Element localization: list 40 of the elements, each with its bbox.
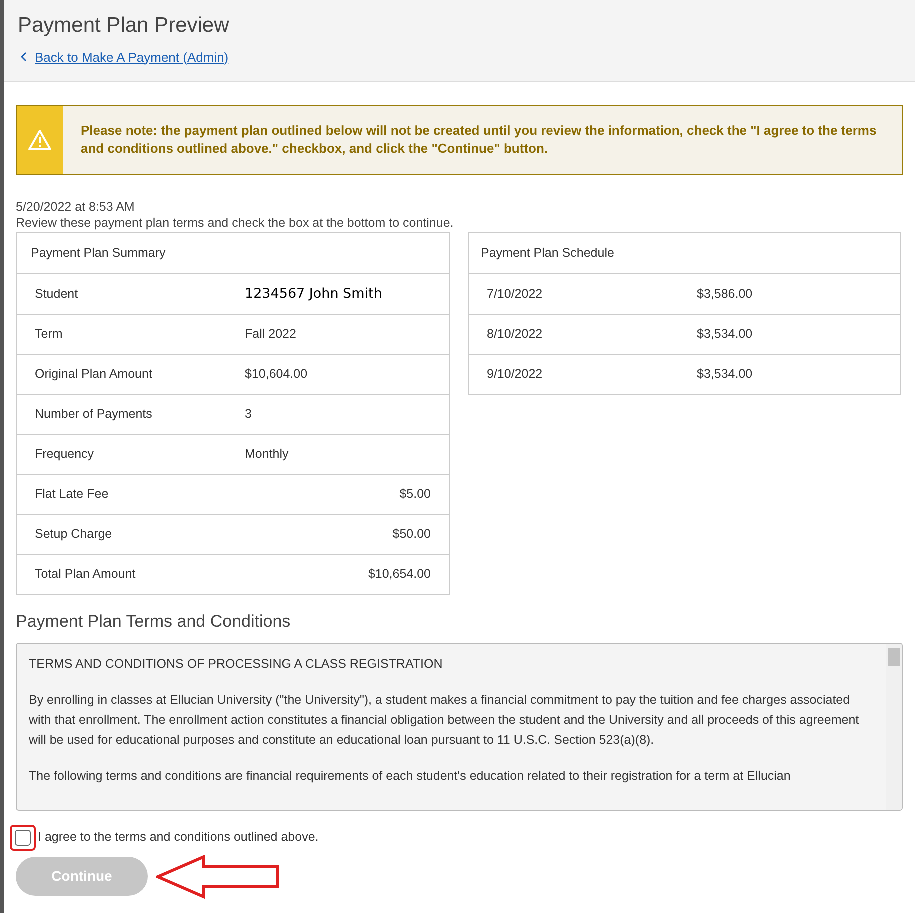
alert-message: Please note: the payment plan outlined below will not be created until you review the information, check the "I agree to the terms and conditions outlined above." checkbox, and click the "Continue" button. xyxy=(80,122,878,158)
table-cell-text: Frequency xyxy=(35,446,96,464)
table-cell-text: Fall 2022 xyxy=(245,326,296,344)
table-cell-text: 7/10/2022 xyxy=(487,286,544,303)
table-cell-text: 1234567 John Smith xyxy=(245,284,382,304)
table-cell-text: $3,534.00 xyxy=(697,326,753,344)
agree-checkbox[interactable] xyxy=(15,830,31,846)
table-cell-text: $3,586.00 xyxy=(697,286,753,303)
table-cell-text: Number of Payments xyxy=(35,406,154,424)
timestamp: 5/20/2022 at 8:53 AM xyxy=(16,199,136,215)
scrollbar-thumb[interactable] xyxy=(888,648,900,666)
table-cell-text: Setup Charge xyxy=(35,526,114,544)
terms-paragraph: By enrolling in classes at Ellucian University ("the University"), a student makes a financial commitment to pay the tuition and fee charges associated with that enrollment. The enrollment action constitutes a financial obligation between the student and the University and all proceeds of this agreement will be used for educational purposes and constitute an educational loan pursuant to 11 U.S.C. Section 523(a)(8). xyxy=(29,692,860,749)
warning-icon xyxy=(28,129,52,151)
table-cell-text: $5.00 xyxy=(400,486,431,504)
table-cell-text: $50.00 xyxy=(392,526,431,544)
table-cell-text: Original Plan Amount xyxy=(35,366,154,384)
table-cell-text: Flat Late Fee xyxy=(35,486,110,504)
scrollbar[interactable] xyxy=(886,644,902,810)
table-cell-text: 3 xyxy=(245,406,252,424)
table-cell-text: $3,534.00 xyxy=(697,366,753,384)
table-cell-text: 8/10/2022 xyxy=(487,326,544,344)
table-cell-text: 9/10/2022 xyxy=(487,366,544,384)
section-heading: Payment Plan Terms and Conditions xyxy=(16,611,292,633)
terms-paragraph: The following terms and conditions are financial requirements of each student's education related to their registration for a term at Ellucian xyxy=(29,768,792,785)
terms-textarea[interactable] xyxy=(16,642,903,810)
terms-paragraph: TERMS AND CONDITIONS OF PROCESSING A CLASS REGISTRATION xyxy=(29,656,444,672)
table-cell-text: Term xyxy=(35,326,64,344)
table-cell-text: Monthly xyxy=(245,446,289,464)
table-cell-text: Total Plan Amount xyxy=(35,566,137,584)
instructions: Review these payment plan terms and check the box at the bottom to continue. xyxy=(16,215,455,231)
chevron-left-icon xyxy=(20,52,27,62)
table-cell-text: Student xyxy=(35,286,80,303)
table-title: Payment Plan Summary xyxy=(17,233,449,274)
table-cell-text: $10,604.00 xyxy=(245,366,308,384)
back-link[interactable]: Back to Make A Payment (Admin) xyxy=(35,48,229,67)
agree-label[interactable]: I agree to the terms and conditions outlined above. xyxy=(38,828,319,847)
table-title: Payment Plan Schedule xyxy=(469,233,900,274)
table-cell-text: $10,654.00 xyxy=(368,566,431,584)
page-title: Payment Plan Preview xyxy=(18,13,230,39)
